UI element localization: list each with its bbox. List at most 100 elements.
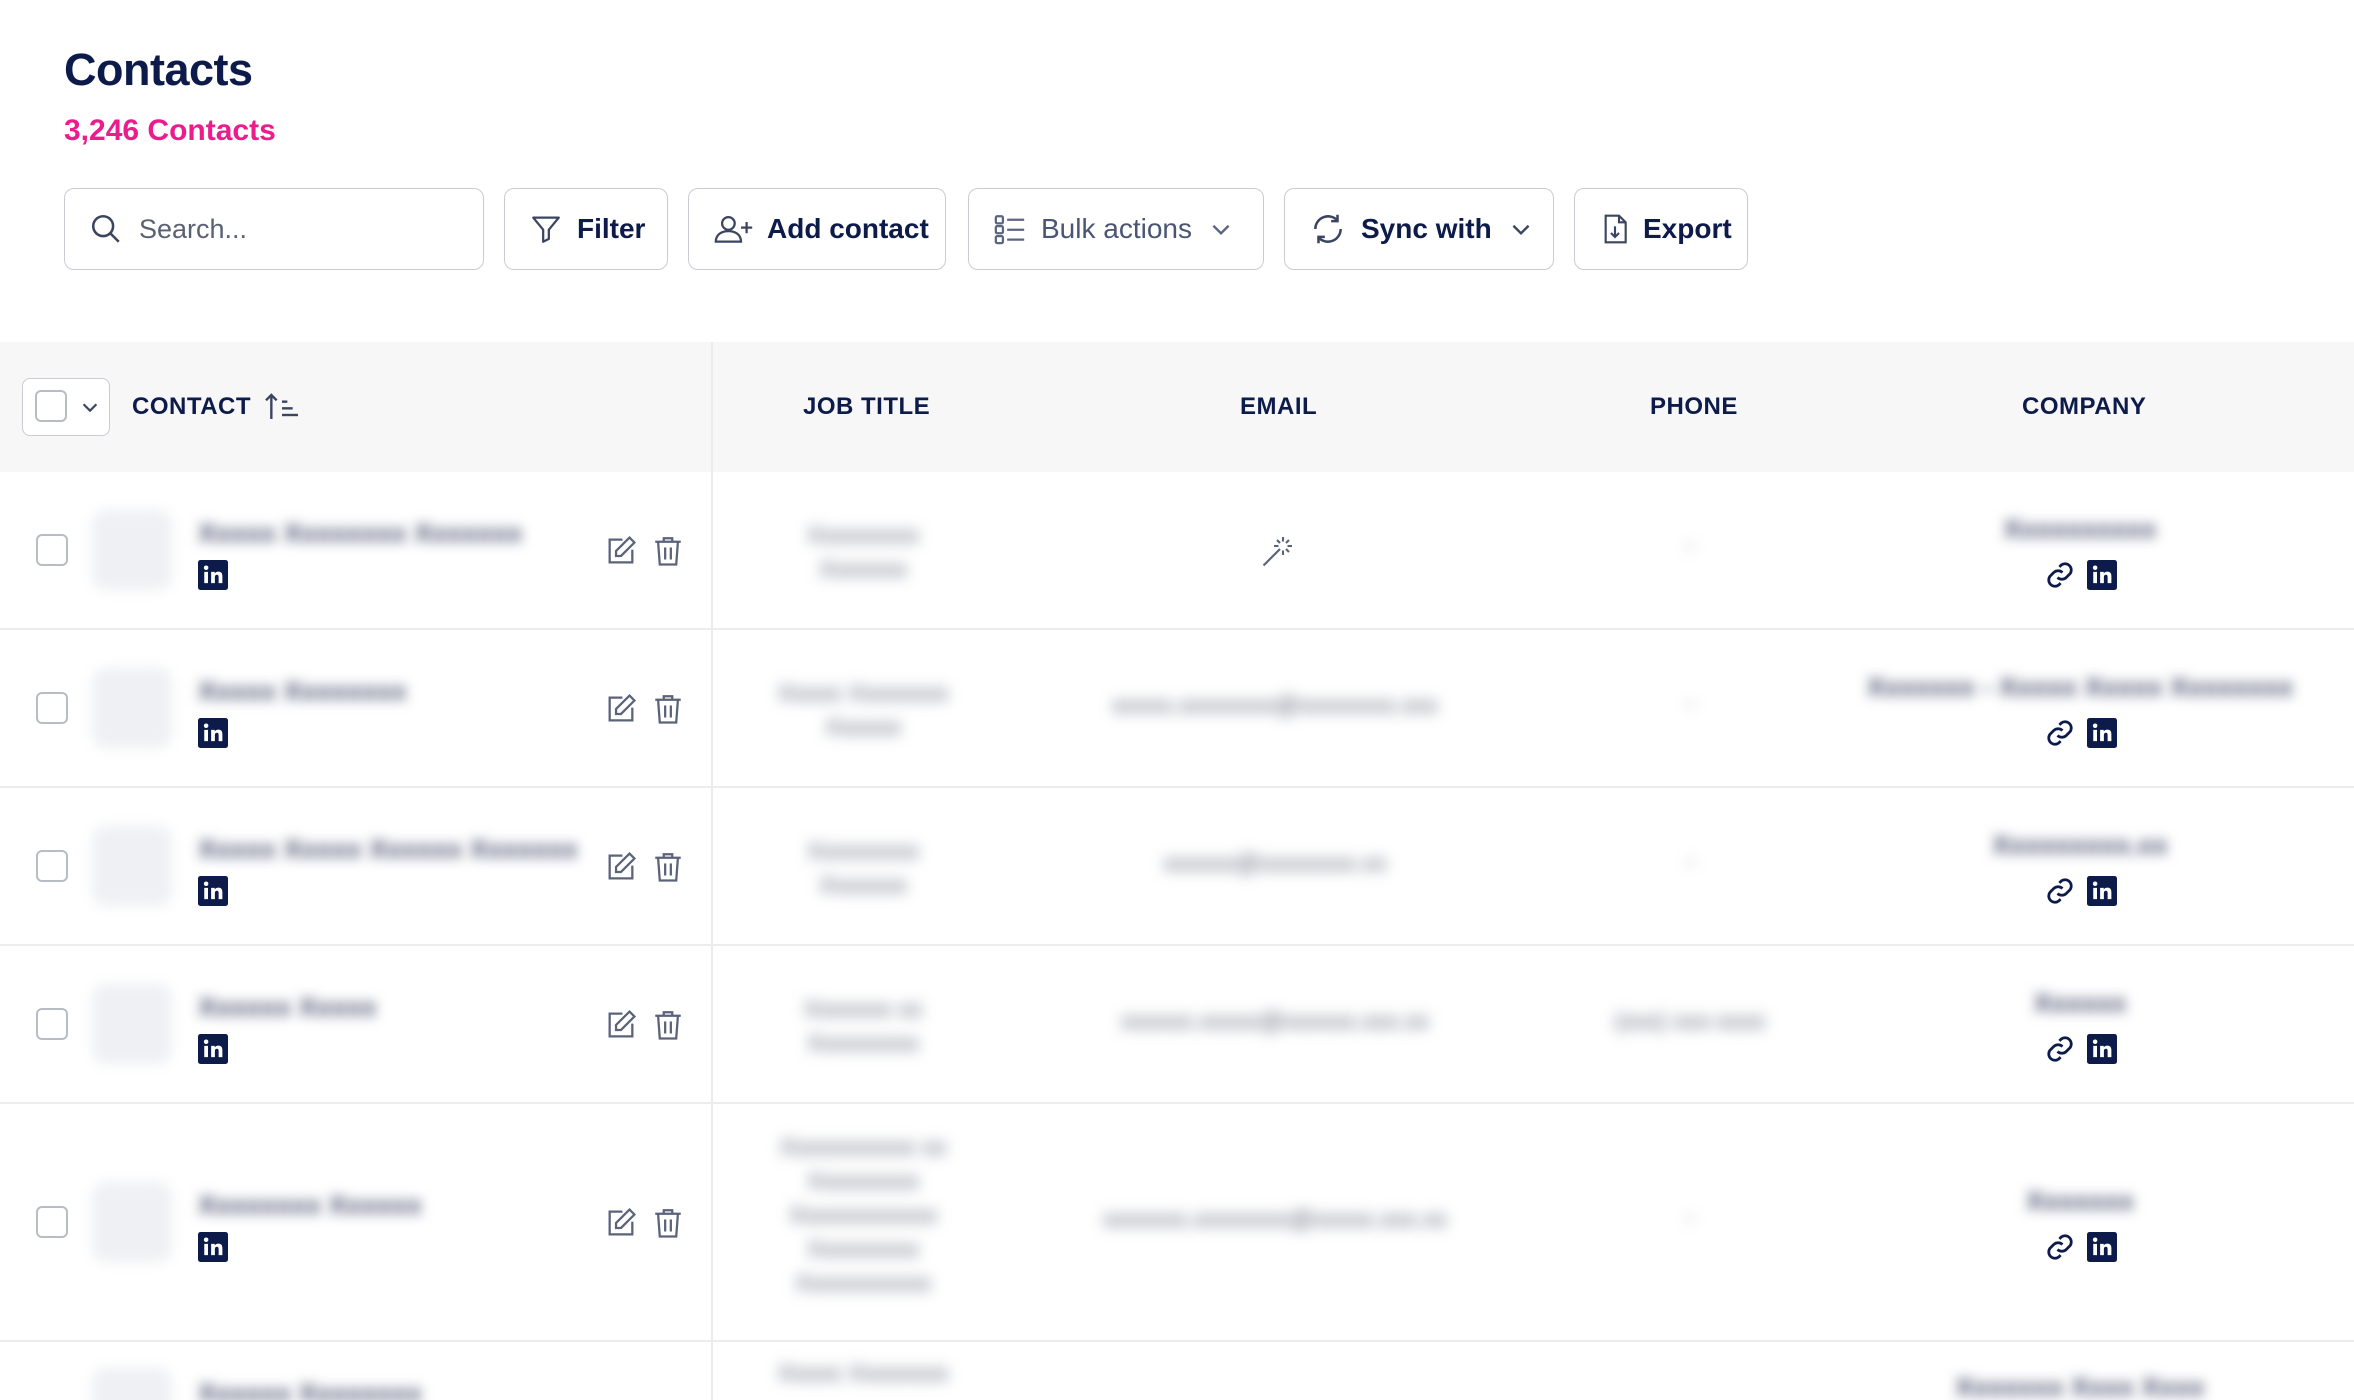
job-title-line: Xxxxxxxxxxx	[794, 1270, 931, 1297]
linkedin-icon[interactable]	[198, 718, 228, 748]
delete-icon[interactable]	[651, 534, 685, 568]
company-name[interactable]: Xxxxxx	[1840, 988, 2320, 1019]
delete-icon[interactable]	[651, 850, 685, 884]
phone-value: -	[1686, 1204, 1694, 1231]
edit-icon[interactable]	[604, 850, 638, 884]
company-name[interactable]: Xxxxxxx	[1840, 1186, 2320, 1217]
contact-name[interactable]: Xxxxx Xxxxxxxx	[198, 676, 407, 707]
contact-name[interactable]: Xxxxx Xxxxxxxx Xxxxxxx	[198, 518, 522, 549]
link-icon[interactable]	[2045, 560, 2075, 590]
job-title-line: Xxxxxxxxxxx xx	[779, 1134, 947, 1161]
contact-name[interactable]: Xxxxx Xxxxx Xxxxxx Xxxxxxx	[198, 834, 578, 865]
sync-with-dropdown[interactable]: Sync with	[1284, 188, 1554, 270]
column-header-job-title[interactable]: JOB TITLE	[803, 342, 930, 472]
row-checkbox[interactable]	[36, 850, 68, 882]
avatar	[92, 510, 172, 590]
link-icon[interactable]	[2045, 1232, 2075, 1262]
linkedin-icon[interactable]	[198, 876, 228, 906]
job-title-line: Xxxxxxxxxxxx	[788, 1202, 937, 1229]
linkedin-icon[interactable]	[2087, 1034, 2117, 1064]
avatar	[92, 984, 172, 1064]
export-file-icon	[1604, 214, 1627, 244]
edit-icon[interactable]	[604, 1008, 638, 1042]
column-header-company[interactable]: COMPANY	[2022, 342, 2146, 472]
contact-name[interactable]: Xxxxxxxx Xxxxxx	[198, 1190, 422, 1221]
column-header-phone[interactable]: PHONE	[1650, 342, 1738, 472]
phone-value: -	[1686, 532, 1694, 559]
job-title-line: Xxxxxxxxx	[806, 1236, 919, 1263]
table-row[interactable]: Xxxxx Xxxxx Xxxxxx Xxxxxxx Xxxxxxxxx Xxx…	[0, 788, 2354, 946]
page-title: Contacts	[64, 44, 253, 95]
edit-icon[interactable]	[604, 1206, 638, 1240]
delete-icon[interactable]	[651, 1206, 685, 1240]
magic-wand-icon[interactable]	[1259, 534, 1295, 570]
table-row[interactable]: Xxxxxxxx Xxxxxx Xxxxxxxxxxx xx Xxxxxxxxx…	[0, 1104, 2354, 1342]
linkedin-icon[interactable]	[2087, 560, 2117, 590]
table-row[interactable]: Xxxxxx Xxxxxxxx Xxxxx Xxxxxxxx Xxxxxxx X…	[0, 1342, 2354, 1400]
linkedin-icon[interactable]	[2087, 718, 2117, 748]
email-value[interactable]: xxxxxxx.xxxxxxxx@xxxxx.xxx.xx	[1040, 1206, 1510, 1234]
column-header-contact-label: CONTACT	[132, 393, 252, 420]
row-checkbox[interactable]	[36, 1008, 68, 1040]
export-button[interactable]: Export	[1574, 188, 1748, 270]
checklist-icon	[994, 215, 1025, 245]
column-header-email[interactable]: EMAIL	[1240, 342, 1317, 472]
sort-ascending-icon[interactable]	[263, 391, 301, 423]
row-checkbox[interactable]	[36, 534, 68, 566]
table-row[interactable]: Xxxxx Xxxxxxxx Xxxxx Xxxxxxxx Xxxxxx xxx…	[0, 630, 2354, 788]
delete-icon[interactable]	[651, 1008, 685, 1042]
linkedin-icon[interactable]	[198, 1034, 228, 1064]
job-title-line: Xxxxxxxxx	[806, 1030, 919, 1057]
row-checkbox[interactable]	[36, 692, 68, 724]
link-icon[interactable]	[2045, 1034, 2075, 1064]
job-title-line: Xxxxxxx	[818, 872, 907, 899]
delete-icon[interactable]	[651, 692, 685, 726]
avatar	[92, 826, 172, 906]
filter-label: Filter	[577, 213, 646, 244]
job-title-line: Xxxxx Xxxxxxxx	[777, 680, 949, 707]
link-icon[interactable]	[2045, 718, 2075, 748]
contact-name[interactable]: Xxxxxx Xxxxx	[198, 992, 377, 1023]
avatar	[92, 1182, 172, 1262]
linkedin-icon[interactable]	[2087, 1232, 2117, 1262]
filter-icon	[532, 216, 560, 243]
search-box[interactable]	[64, 188, 484, 270]
email-value[interactable]: xxxxxx.xxxxx@xxxxxx.xxx.xx	[1040, 1008, 1510, 1036]
job-title-line: Xxxxxxxxx	[806, 1168, 919, 1195]
sync-with-label: Sync with	[1361, 213, 1492, 244]
avatar	[92, 668, 172, 748]
search-input[interactable]	[137, 212, 461, 246]
add-contact-button[interactable]: Add contact	[688, 188, 946, 270]
select-all-checkbox[interactable]	[35, 390, 67, 422]
edit-icon[interactable]	[604, 534, 638, 568]
bulk-actions-dropdown[interactable]: Bulk actions	[968, 188, 1264, 270]
row-checkbox[interactable]	[36, 1206, 68, 1238]
linkedin-icon[interactable]	[198, 560, 228, 590]
company-name[interactable]: Xxxxxxxxxx	[1840, 514, 2320, 545]
contact-count: 3,246 Contacts	[64, 114, 276, 147]
company-name[interactable]: Xxxxxxx - Xxxxx Xxxxx Xxxxxxxx	[1840, 672, 2320, 703]
edit-icon[interactable]	[604, 692, 638, 726]
job-title-line: Xxxxxxx	[818, 556, 907, 583]
company-name[interactable]: Xxxxxxxxx.xx	[1840, 830, 2320, 861]
linkedin-icon[interactable]	[2087, 876, 2117, 906]
phone-value: -	[1686, 690, 1694, 717]
phone-value: -	[1686, 848, 1694, 875]
email-value[interactable]: xxxxxx@xxxxxxxx.xx	[1040, 850, 1510, 878]
sync-icon	[1314, 214, 1342, 244]
table-row[interactable]: Xxxxxx Xxxxx Xxxxxxx xx Xxxxxxxxx xxxxxx…	[0, 946, 2354, 1104]
link-icon[interactable]	[2045, 876, 2075, 906]
phone-value: (xxx) xxx-xxxx	[1614, 1008, 1766, 1035]
table-row[interactable]: Xxxxx Xxxxxxxx Xxxxxxx Xxxxxxxxx Xxxxxxx…	[0, 472, 2354, 630]
job-title-line: Xxxxxxxxx	[806, 522, 919, 549]
contact-name[interactable]: Xxxxxx Xxxxxxxx	[198, 1378, 422, 1400]
job-title-line: Xxxxxxx xx	[803, 996, 923, 1023]
linkedin-icon[interactable]	[198, 1232, 228, 1262]
filter-button[interactable]: Filter	[504, 188, 668, 270]
company-name[interactable]: Xxxxxxx Xxxx Xxxx	[1840, 1372, 2320, 1400]
chevron-down-icon	[1212, 224, 1230, 236]
column-header-contact[interactable]: CONTACT	[132, 342, 301, 472]
email-value[interactable]: xxxxx.xxxxxxxx@xxxxxxxx.xxx	[1040, 692, 1510, 720]
job-title-line: Xxxxx Xxxxxxxx	[777, 1360, 949, 1387]
select-all-dropdown[interactable]	[22, 378, 110, 436]
